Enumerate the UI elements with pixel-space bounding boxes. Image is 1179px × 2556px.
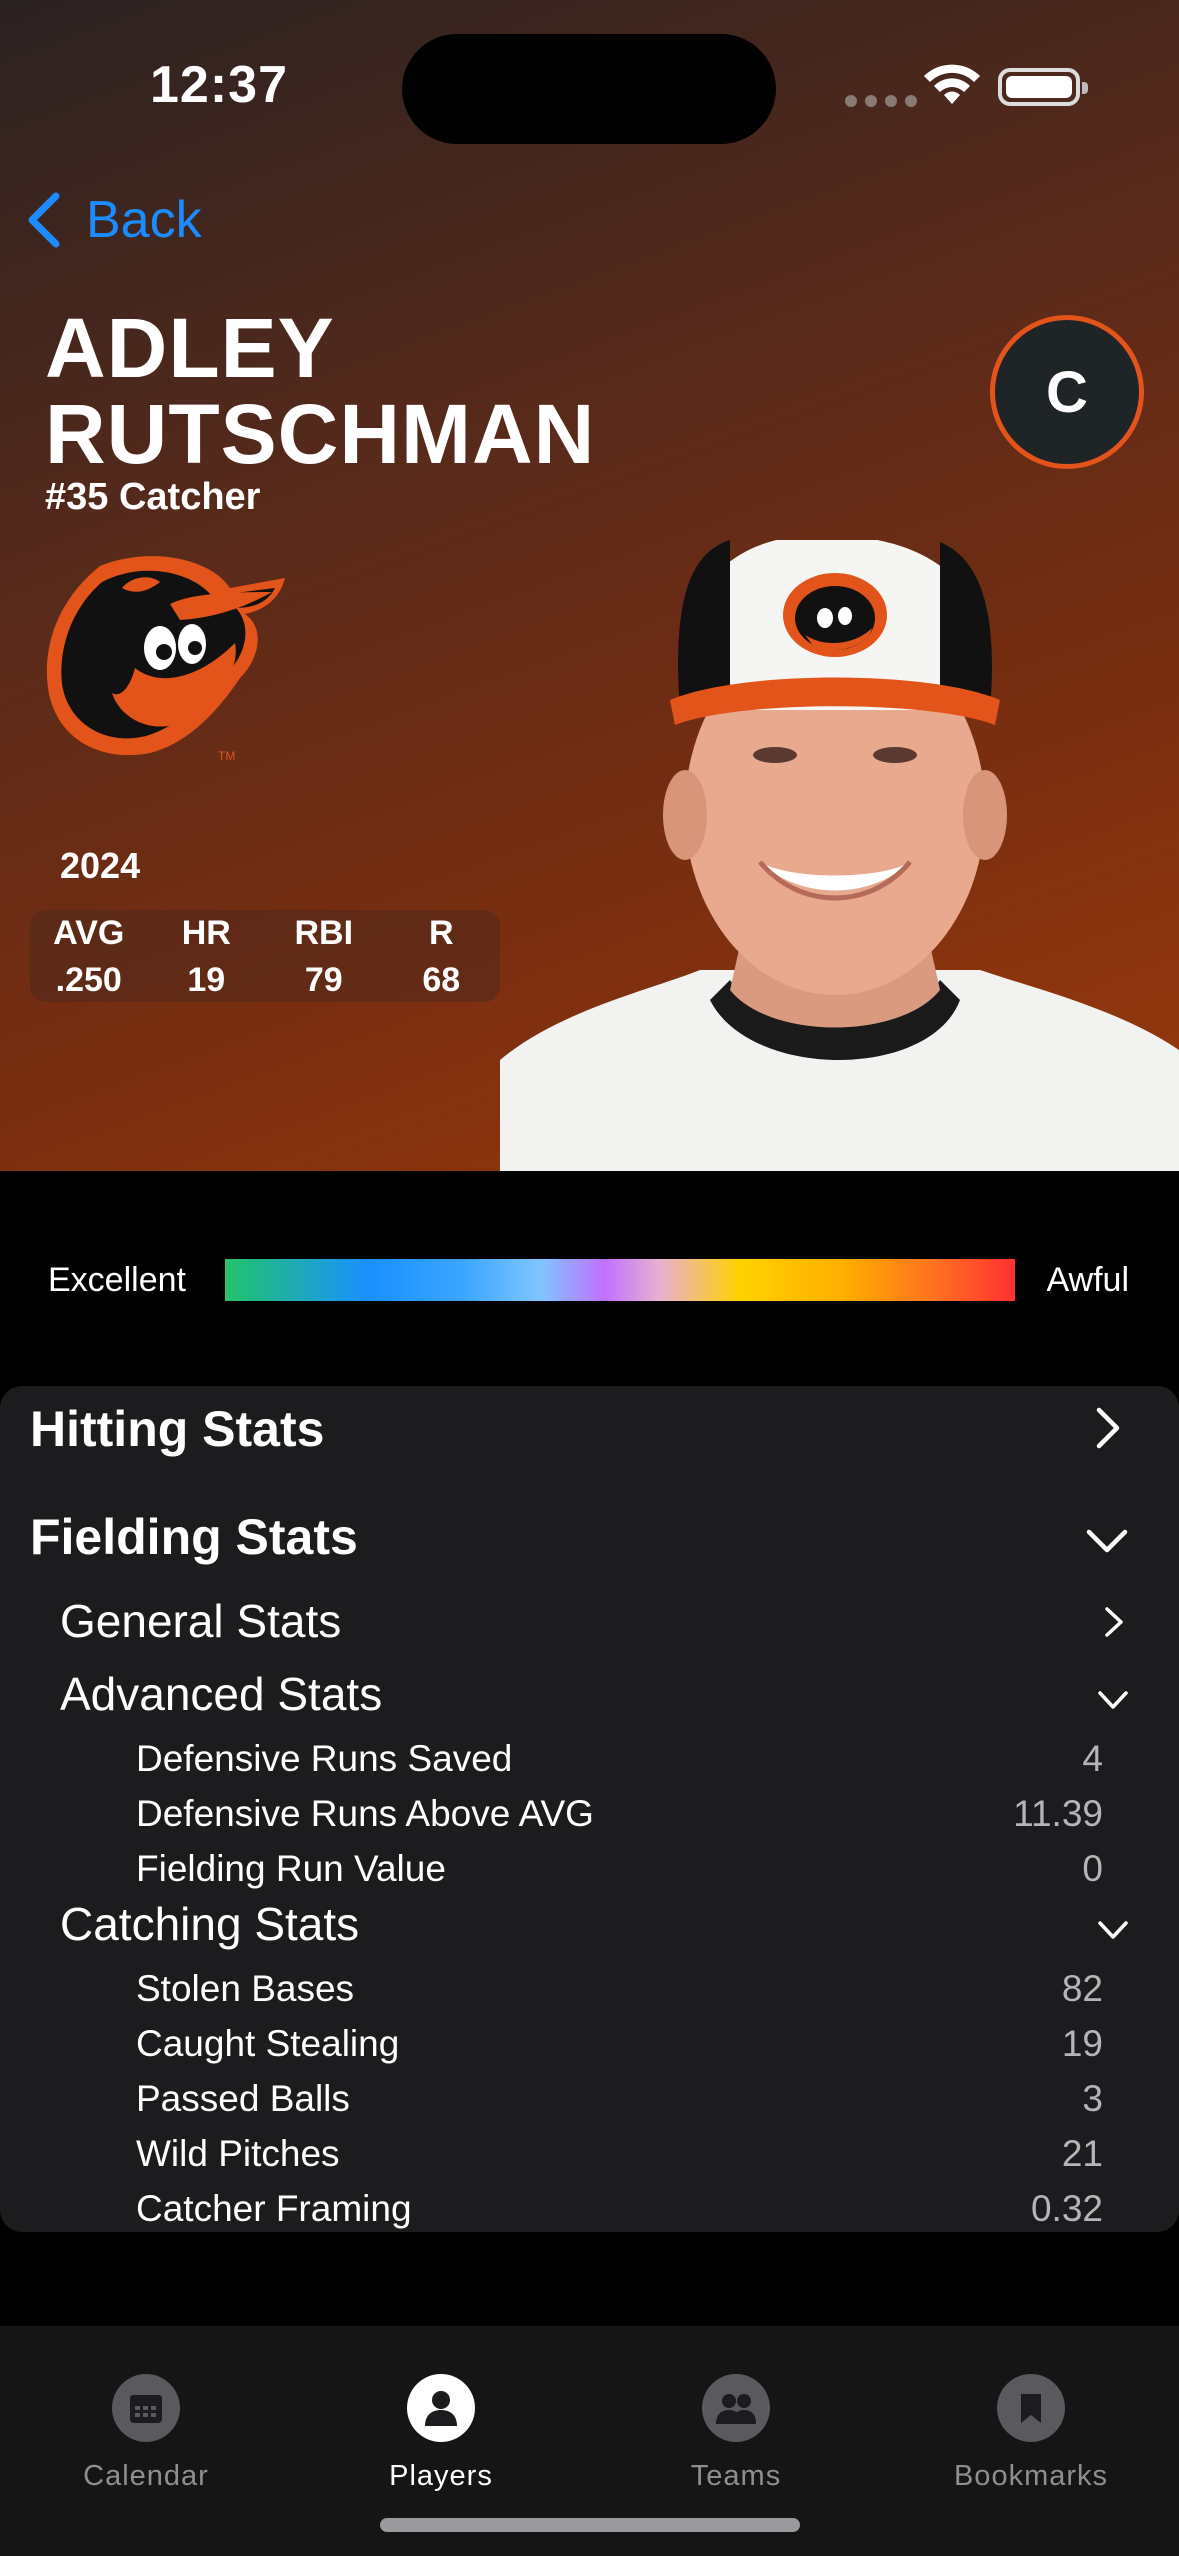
chevron-down-icon	[1098, 1691, 1128, 1709]
player-first-name: ADLEY	[45, 301, 335, 395]
calendar-icon	[112, 2374, 180, 2442]
player-headshot	[500, 540, 1179, 1171]
stats-card: Hitting Stats Fielding Stats General Sta…	[0, 1386, 1179, 2232]
stat-row-value: 0.32	[1030, 2188, 1103, 2229]
tab-label: Calendar	[83, 2460, 209, 2492]
hitting-stats-title: Hitting Stats	[30, 1401, 325, 1457]
stat-row-label: Catcher Framing	[136, 2188, 412, 2229]
chevron-down-icon	[1086, 1529, 1128, 1553]
stat-value: .250	[55, 961, 122, 999]
chevron-right-icon	[1096, 1407, 1120, 1449]
bookmark-icon	[997, 2374, 1065, 2442]
tab-label: Bookmarks	[953, 2460, 1109, 2492]
back-label: Back	[86, 191, 202, 249]
stat-hr: HR 19	[148, 910, 266, 1002]
position-badge: C	[990, 315, 1144, 469]
orioles-bird-logo: TM	[46, 556, 285, 763]
stat-row-value: 4	[1082, 1738, 1103, 1779]
scale-left-label: Excellent	[48, 1260, 186, 1299]
stat-label: RBI	[294, 914, 354, 952]
stat-rbi: RBI 79	[265, 910, 383, 1002]
status-time: 12:37	[150, 56, 288, 114]
general-stats-title: General Stats	[60, 1595, 342, 1647]
chevron-down-icon	[1098, 1921, 1128, 1939]
stat-r: R 68	[383, 910, 501, 1002]
stat-row-value: 0	[1082, 1848, 1103, 1889]
stat-row-value: 82	[1061, 1968, 1103, 2009]
rating-scale-legend: Excellent Awful	[0, 1250, 1179, 1310]
stat-row-label: Defensive Runs Above AVG	[136, 1793, 594, 1834]
general-stats-row[interactable]: General Stats	[0, 1586, 1179, 1656]
cellular-signal-icon	[845, 95, 917, 107]
stat-label: HR	[181, 914, 231, 952]
stat-value: 79	[304, 961, 343, 999]
fielding-stats-row[interactable]: Fielding Stats	[0, 1496, 1179, 1586]
player-number-position: #35 Catcher	[45, 476, 261, 518]
tab-players[interactable]: Players	[321, 2374, 561, 2493]
season-stats-summary: AVG .250 HR 19 RBI 79 R 68	[30, 910, 500, 1002]
stat-row-value: 3	[1082, 2078, 1103, 2119]
tab-bookmarks[interactable]: Bookmarks	[911, 2374, 1151, 2493]
scale-right-label: Awful	[1046, 1260, 1129, 1299]
stat-row-label: Caught Stealing	[136, 2023, 400, 2064]
tab-label: Players	[389, 2460, 493, 2492]
color-scale-bar	[225, 1259, 1015, 1301]
stat-row-value: 21	[1061, 2133, 1103, 2174]
fielding-stats-title: Fielding Stats	[30, 1509, 358, 1565]
advanced-stats-title: Advanced Stats	[60, 1668, 383, 1720]
stat-row-value: 19	[1061, 2023, 1103, 2064]
stat-label: R	[428, 914, 454, 952]
stat-row-label: Passed Balls	[136, 2078, 350, 2119]
stat-value: 68	[422, 961, 461, 999]
player-header: 12:37 Back ADLEY RUTSCHMAN #35 Catcher C…	[0, 0, 1179, 1171]
stat-row-value: 11.39	[1013, 1793, 1103, 1834]
wifi-icon	[924, 64, 980, 104]
tab-teams[interactable]: Teams	[616, 2374, 856, 2493]
stat-value: 19	[187, 961, 226, 999]
battery-icon	[998, 68, 1088, 106]
stat-row-label: Stolen Bases	[136, 1968, 355, 2009]
svg-text:TM: TM	[218, 749, 235, 763]
player-name: ADLEY RUTSCHMAN	[45, 305, 595, 477]
catching-stats-title: Catching Stats	[60, 1898, 360, 1950]
person-icon	[407, 2374, 475, 2442]
advanced-stats-row[interactable]: Advanced Stats	[0, 1661, 1179, 1731]
stat-label: AVG	[53, 914, 125, 952]
chevron-left-icon	[28, 192, 60, 248]
home-indicator[interactable]	[380, 2518, 800, 2532]
back-button[interactable]: Back	[24, 190, 202, 250]
people-icon	[702, 2374, 770, 2442]
stat-row-label: Fielding Run Value	[136, 1848, 446, 1889]
stat-row-label: Wild Pitches	[136, 2133, 340, 2174]
hitting-stats-row[interactable]: Hitting Stats	[0, 1386, 1179, 1476]
chevron-right-icon	[1105, 1607, 1123, 1637]
season-year: 2024	[60, 845, 141, 886]
tab-calendar[interactable]: Calendar	[26, 2374, 266, 2493]
stat-row-label: Defensive Runs Saved	[136, 1738, 513, 1779]
player-last-name: RUTSCHMAN	[45, 387, 596, 481]
catching-stats-row[interactable]: Catching Stats	[0, 1891, 1179, 1961]
dynamic-island	[402, 34, 776, 144]
stat-avg: AVG .250	[30, 910, 148, 1002]
tab-label: Teams	[690, 2460, 782, 2492]
